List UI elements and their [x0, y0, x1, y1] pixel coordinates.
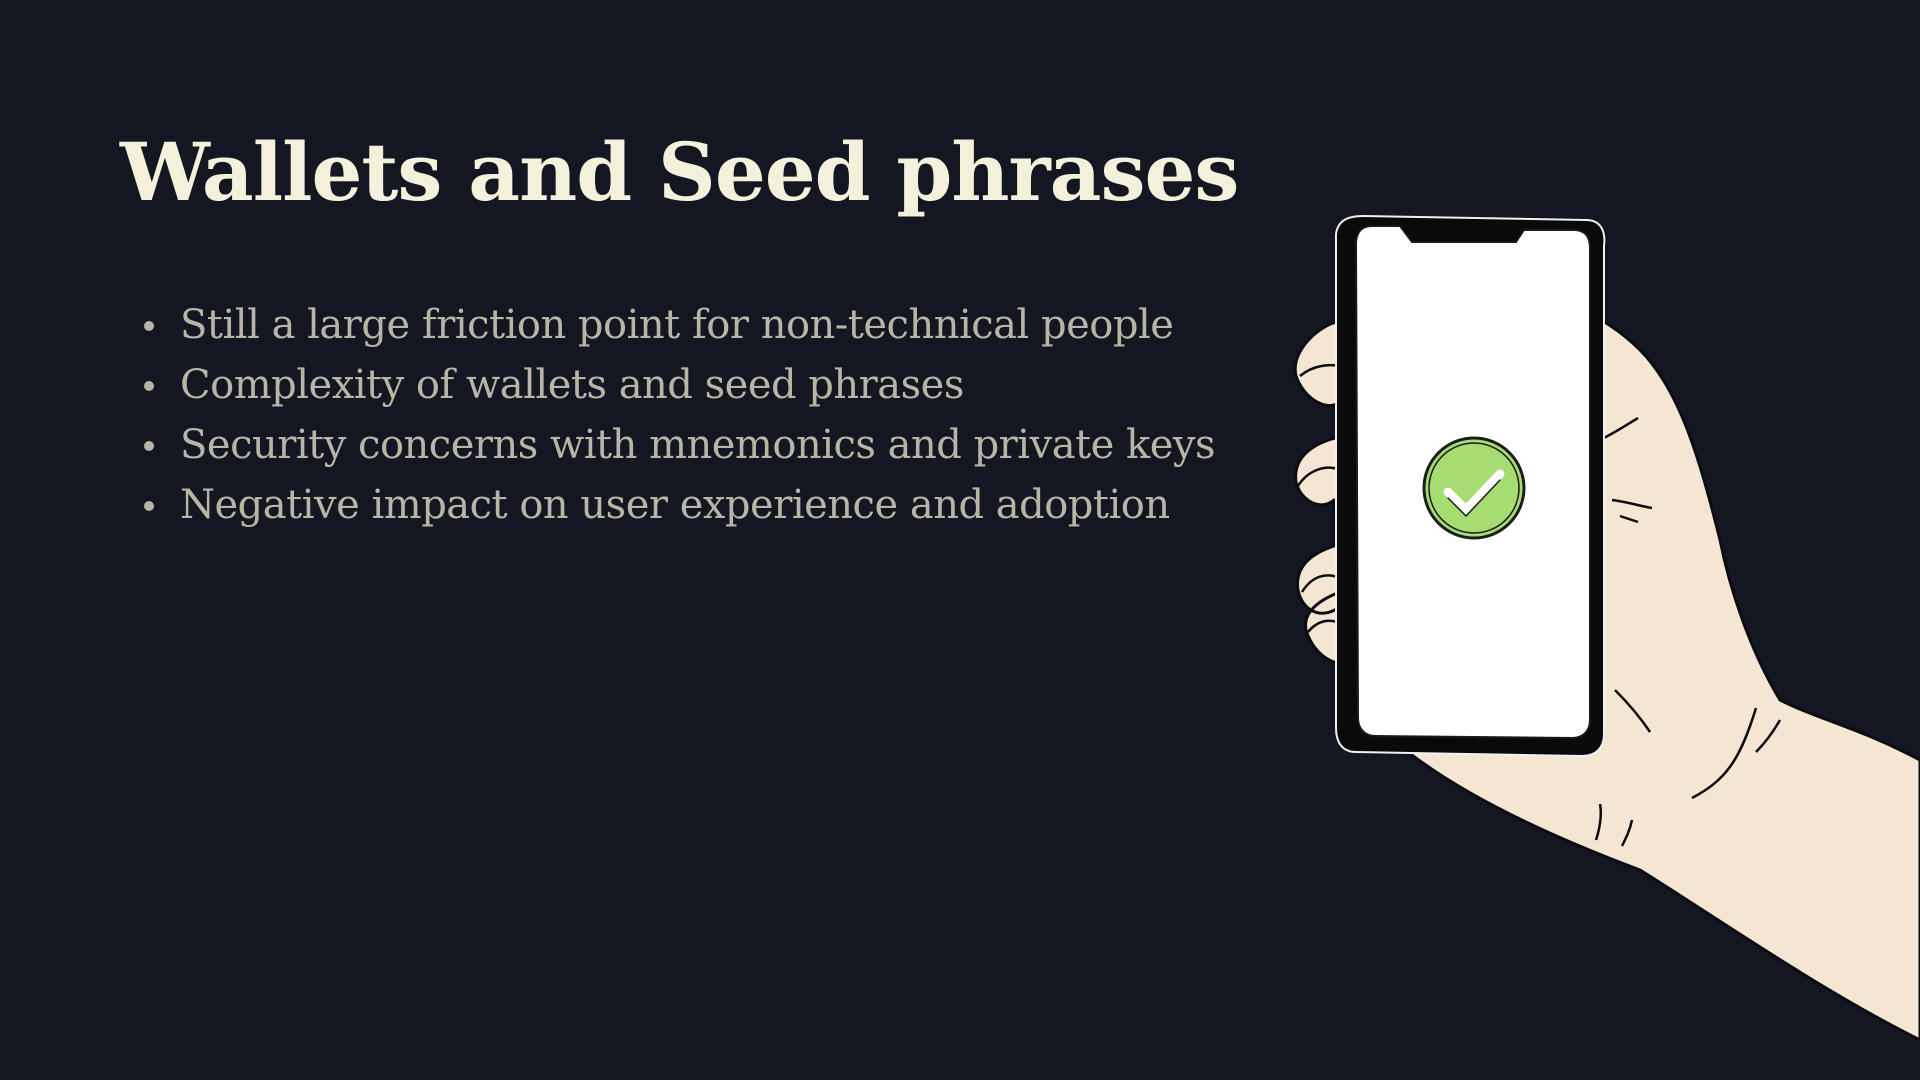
bullet-text: Still a large friction point for non-tec…: [180, 302, 1174, 348]
slide-title: Wallets and Seed phrases: [120, 125, 1239, 219]
bullet-dot: [144, 381, 154, 391]
bullet-text: Negative impact on user experience and a…: [180, 482, 1170, 528]
slide: Wallets and Seed phrases Still a large f…: [0, 0, 1920, 1080]
bullet-dot: [144, 321, 154, 331]
bullet-text: Complexity of wallets and seed phrases: [180, 362, 964, 408]
bullet-dot: [144, 441, 154, 451]
hand-holding-phone-illustration: [1293, 214, 1920, 1042]
bullet-item: Still a large friction point for non-tec…: [140, 295, 1215, 355]
check-circle-icon: [1422, 436, 1526, 540]
bullet-item: Negative impact on user experience and a…: [140, 475, 1215, 535]
bullet-item: Security concerns with mnemonics and pri…: [140, 415, 1216, 475]
bullet-item: Complexity of wallets and seed phrases: [140, 355, 1215, 415]
bullet-list: Still a large friction point for non-tec…: [140, 295, 1216, 535]
bullet-text: Security concerns with mnemonics and pri…: [180, 422, 1216, 468]
bullet-dot: [144, 501, 154, 511]
